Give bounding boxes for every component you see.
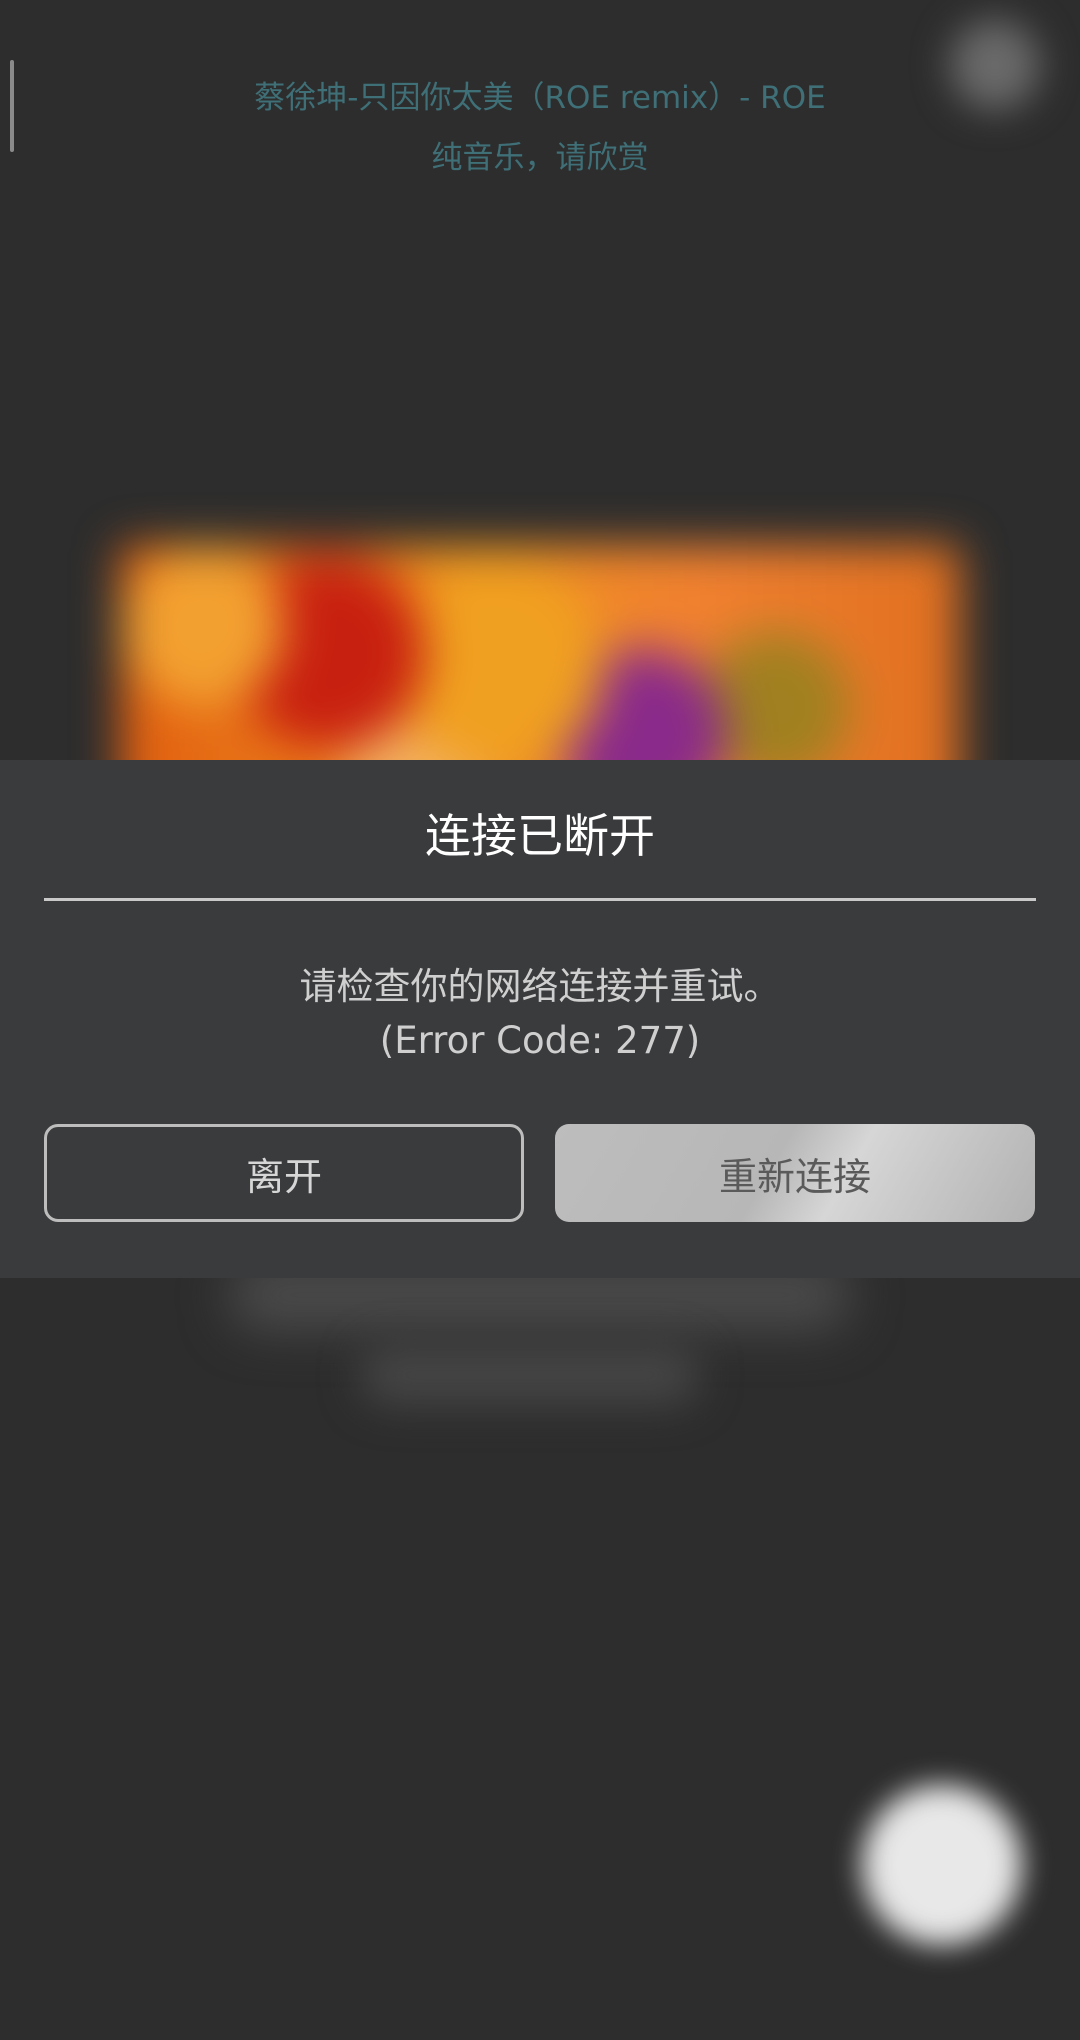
- dialog-message-line: 请检查你的网络连接并重试。: [299, 965, 781, 1008]
- reconnect-button[interactable]: 重新连接: [555, 1124, 1035, 1222]
- error-code: (Error Code: 277): [379, 1019, 701, 1062]
- dialog-message: 请检查你的网络连接并重试。 (Error Code: 277): [0, 960, 1080, 1068]
- play-button-icon[interactable]: [862, 1785, 1022, 1945]
- leave-button[interactable]: 离开: [44, 1124, 524, 1222]
- dialog-divider: [44, 898, 1036, 901]
- song-subtitle: 纯音乐，请欣赏: [431, 140, 649, 176]
- blurred-text-placeholder: [360, 1345, 700, 1405]
- disconnect-dialog: 连接已断开 请检查你的网络连接并重试。 (Error Code: 277) 离开…: [0, 760, 1080, 1278]
- dialog-title: 连接已断开: [425, 809, 655, 863]
- song-title: 蔡徐坤-只因你太美（ROE remix）- ROE: [254, 80, 826, 116]
- screen: 蔡徐坤-只因你太美（ROE remix）- ROE 纯音乐，请欣赏 连接已断开 …: [0, 0, 1080, 2040]
